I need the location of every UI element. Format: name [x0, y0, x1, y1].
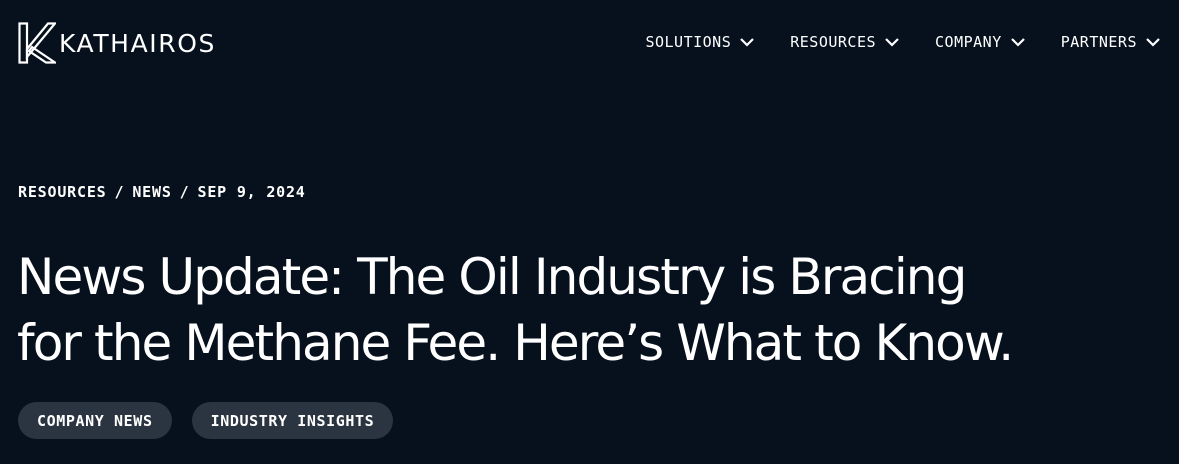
chevron-down-icon	[885, 38, 899, 47]
brand-name: KATHAIROS	[59, 28, 216, 58]
nav-item-label: PARTNERS	[1060, 33, 1137, 51]
tag-company-news[interactable]: COMPANY NEWS	[18, 402, 172, 439]
nav-item-partners[interactable]: PARTNERS	[1061, 33, 1161, 51]
page-title: News Update: The Oil Industry is Bracing…	[17, 244, 1137, 376]
chevron-down-icon	[1146, 38, 1160, 47]
page-title-line-1: News Update: The Oil Industry is Bracing	[17, 248, 967, 306]
kathairos-k-mark-icon	[18, 22, 56, 64]
nav-item-company[interactable]: COMPANY	[935, 33, 1026, 51]
breadcrumb-separator: /	[114, 183, 125, 201]
nav-item-label: RESOURCES	[790, 33, 877, 51]
breadcrumb-resources[interactable]: RESOURCES	[18, 183, 106, 201]
breadcrumb: RESOURCES / NEWS / SEP 9, 2024	[18, 183, 306, 201]
nav-item-solutions[interactable]: SOLUTIONS	[645, 33, 755, 51]
brand-logo[interactable]: KATHAIROS	[18, 22, 216, 64]
chevron-down-icon	[1010, 38, 1025, 47]
main-nav: SOLUTIONS RESOURCES COMPANY PARTNERS	[645, 30, 1161, 54]
chevron-down-icon	[740, 38, 755, 47]
page-title-line-2: for the Methane Fee. Here’s What to Know…	[17, 314, 1014, 372]
nav-item-resources[interactable]: RESOURCES	[790, 33, 900, 51]
breadcrumb-news[interactable]: NEWS	[132, 183, 171, 201]
breadcrumb-date: SEP 9, 2024	[197, 183, 306, 201]
tag-list: COMPANY NEWS INDUSTRY INSIGHTS	[18, 402, 413, 439]
breadcrumb-separator: /	[179, 183, 190, 201]
nav-item-label: COMPANY	[935, 33, 1002, 51]
nav-item-label: SOLUTIONS	[645, 33, 732, 51]
tag-industry-insights[interactable]: INDUSTRY INSIGHTS	[191, 402, 394, 439]
